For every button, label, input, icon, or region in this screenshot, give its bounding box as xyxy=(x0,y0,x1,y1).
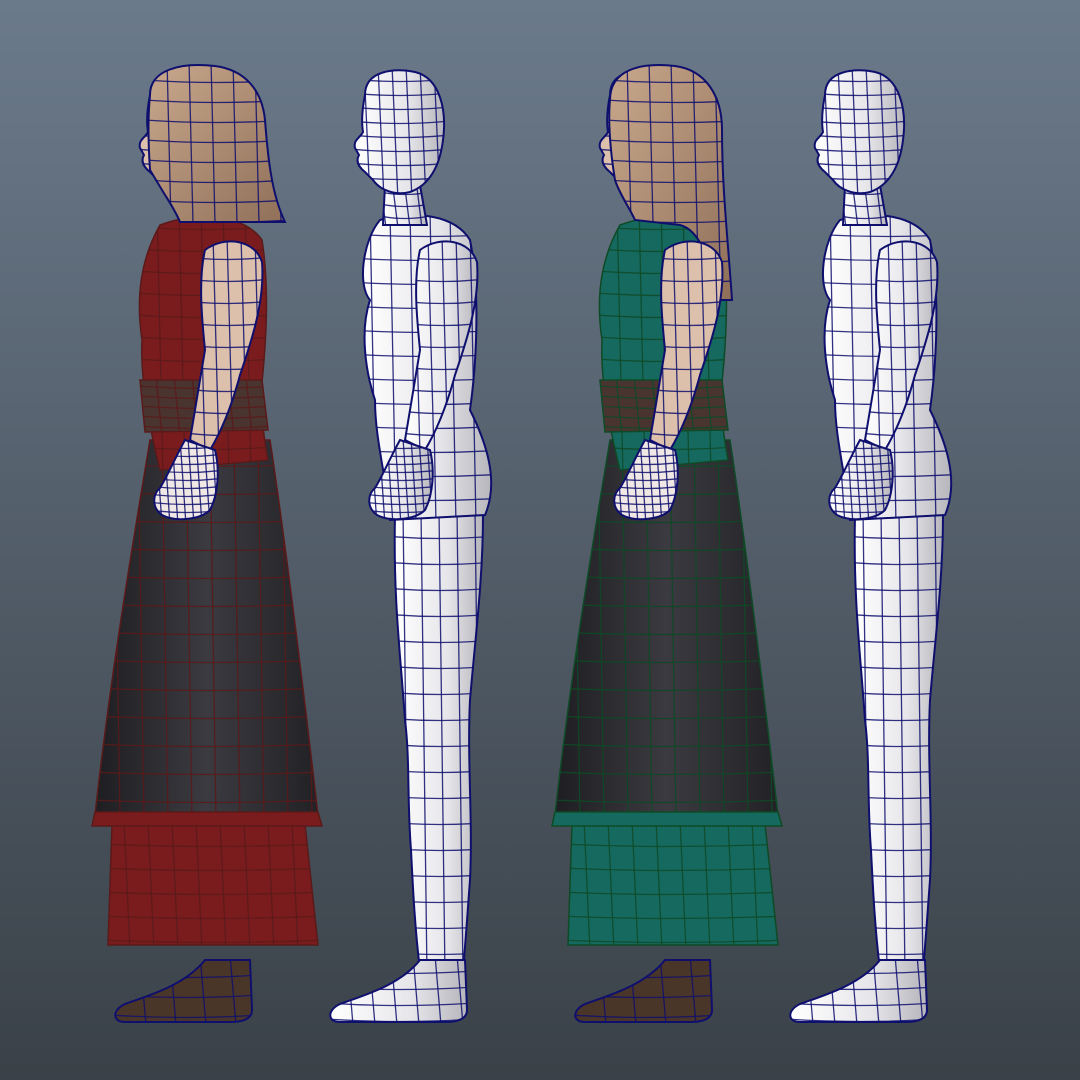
head-mesh xyxy=(353,69,446,195)
skirt-hem xyxy=(551,811,783,827)
viewport-canvas[interactable] xyxy=(0,0,1080,1080)
underskirt-mesh xyxy=(567,823,779,946)
skirt-hem xyxy=(91,811,323,827)
head-mesh xyxy=(813,69,906,195)
underskirt-mesh xyxy=(107,823,319,946)
3d-viewport[interactable] xyxy=(0,0,1080,1080)
